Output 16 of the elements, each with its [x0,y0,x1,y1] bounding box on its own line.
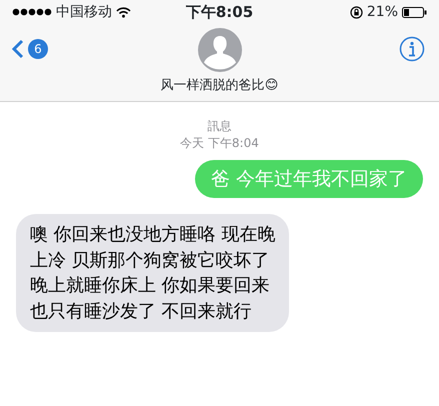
rotation-lock-icon [350,6,363,18]
battery-icon [402,6,427,18]
info-button[interactable] [399,36,425,62]
contact-avatar[interactable] [198,28,242,72]
message-timestamp: 今天 下午8:04 [179,134,260,152]
signal-icon [12,8,52,16]
info-icon [399,36,425,62]
chevron-left-icon [12,39,24,59]
wifi-icon [116,6,131,18]
battery-percent: 21% [366,2,398,22]
thread-label: 訊息 [206,118,232,135]
contact-name[interactable]: 风一样洒脱的爸比😊 [160,76,278,96]
clock-time: 下午8:05 [186,2,254,23]
received-message-bubble: 噢 你回来也没地方睡咯 现在晚 上冷 贝斯那个狗窝被它咬坏了 晚上就睡你床上 你如果要回来 也只有睡沙发了 不回来就行 [16,214,290,332]
sent-message-bubble: 爸 今年过年我不回家了 [194,160,423,198]
carrier-name: 中国移动 [56,2,112,22]
